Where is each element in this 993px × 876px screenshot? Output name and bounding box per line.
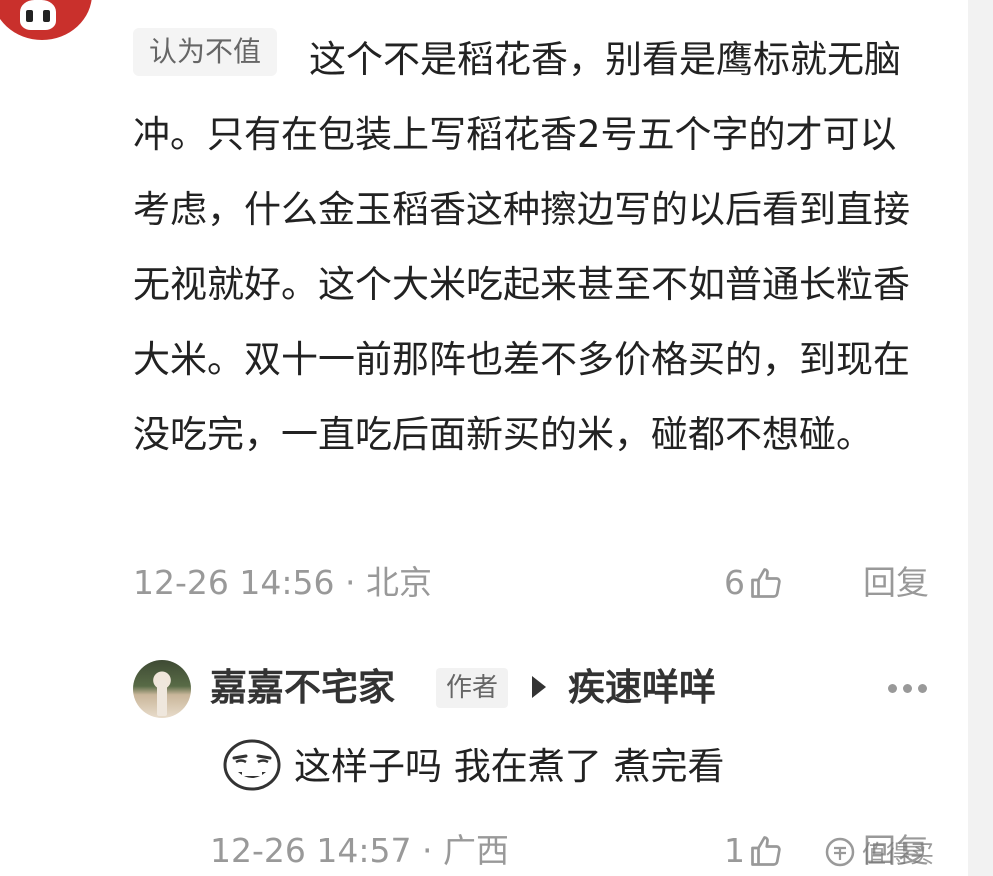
thumbs-up-icon[interactable] xyxy=(748,833,784,869)
comment-reply-button[interactable]: 回复 xyxy=(863,558,929,608)
reply-text: 这样子吗 我在煮了 煮完看 xyxy=(294,745,725,788)
reply-like-count: 1 xyxy=(724,831,745,870)
rating-badge: 认为不值 xyxy=(133,28,278,76)
thumbs-up-icon[interactable] xyxy=(748,565,784,601)
comment-like-count: 6 xyxy=(724,563,745,602)
play-arrow-icon xyxy=(532,676,546,698)
commenter-avatar[interactable] xyxy=(0,0,92,40)
comment-thread: 这个不是稻花香，别看是鹰标就无脑冲。只有在包装上写稻花香2号五个字的才可以考虑，… xyxy=(0,0,993,876)
smirk-face-emoji-icon xyxy=(223,739,281,791)
scrollbar-track[interactable] xyxy=(968,0,993,876)
avatar-figure-graphic xyxy=(157,680,167,716)
author-tag-badge: 作者 xyxy=(436,668,509,708)
avatar-face-graphic xyxy=(20,0,56,30)
reply-target-name[interactable]: 疾速咩咩 xyxy=(568,662,716,714)
more-dots-icon[interactable] xyxy=(888,684,928,694)
site-watermark: 值得买 xyxy=(862,840,934,868)
reply-meta: 12-26 14:57 · 广西 xyxy=(210,831,509,870)
reply-author-avatar[interactable] xyxy=(133,660,191,718)
comment-meta: 12-26 14:56 · 北京 xyxy=(133,563,432,602)
comment-text: 这个不是稻花香，别看是鹰标就无脑冲。只有在包装上写稻花香2号五个字的才可以考虑，… xyxy=(133,38,910,456)
reply-author-name[interactable]: 嘉嘉不宅家 xyxy=(210,662,395,714)
smzdm-logo-icon xyxy=(825,837,855,867)
